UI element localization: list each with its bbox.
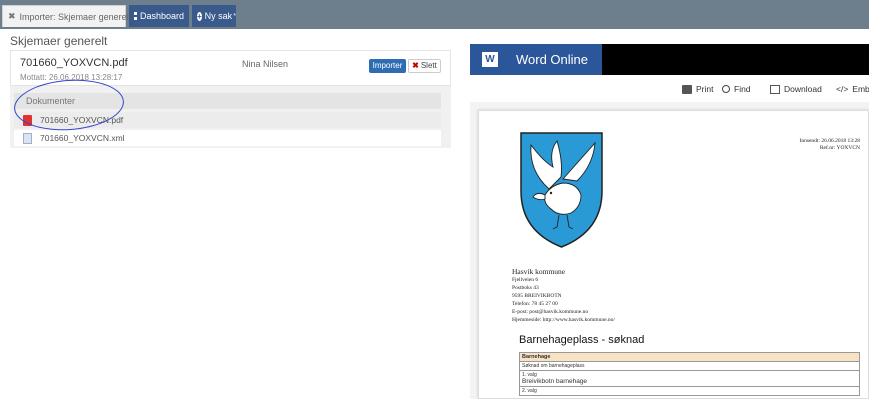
close-icon: ✖ <box>412 61 419 70</box>
embed-label: Embe <box>852 84 869 94</box>
word-toolbar: Print Find Download </> Embe <box>470 75 869 102</box>
delete-label: Slett <box>420 61 437 70</box>
tab-bar: ✖ Importer: Skjemaer generelt Dashboard … <box>0 0 869 29</box>
address-line: Fjellveien 6 <box>512 277 539 283</box>
address-line: 9595 BREIVIKBOTN <box>512 293 562 299</box>
address-line: Postboks 43 <box>512 285 539 291</box>
word-brand-bar: W Word Online <box>470 44 602 75</box>
document-viewer[interactable]: Innsendt: 26.06.2018 13:28 Ref.nr: YOXVC… <box>470 102 869 399</box>
file-name: 701660_YOXVCN.pdf <box>20 57 128 69</box>
plus-icon: + <box>197 11 202 21</box>
word-online-header: W Word Online <box>470 44 869 75</box>
form-table: Barnehage Søknad om barnehageplass 1. va… <box>519 352 860 396</box>
search-icon <box>722 85 730 93</box>
table-row: Søknad om barnehageplass <box>519 361 860 371</box>
email-line: E-post: post@hasvik.kommune.no <box>512 309 589 315</box>
owner-name: Nina Nilsen <box>242 59 289 69</box>
document-name: 701660_YOXVCN.xml <box>40 133 125 143</box>
organization-name: Hasvik kommune <box>512 267 566 276</box>
table-header: Barnehage <box>519 352 860 362</box>
document-page: Innsendt: 26.06.2018 13:28 Ref.nr: YOXVC… <box>478 110 869 399</box>
close-icon[interactable]: ✖ <box>8 11 16 22</box>
row-value: Breivikbotn barnehage <box>522 378 588 385</box>
tab-ny-sak[interactable]: + Ny sak * <box>192 5 236 27</box>
web-line: Hjemmeside: http://www.hasvik.kommune.no… <box>512 317 615 323</box>
embed-button[interactable]: </> Embe <box>836 84 869 94</box>
tab-label: Dashboard <box>139 11 184 21</box>
xml-file-icon <box>23 132 32 144</box>
organization-address: Hasvik kommune Fjellveien 6 Postboks 43 … <box>512 268 615 324</box>
download-icon <box>770 84 780 94</box>
tab-dashboard[interactable]: Dashboard <box>129 5 189 27</box>
asterisk-icon: * <box>233 12 236 20</box>
submission-meta: Innsendt: 26.06.2018 13:28 Ref.nr: YOXVC… <box>800 138 861 152</box>
find-label: Find <box>734 84 751 94</box>
submitted-date: Innsendt: 26.06.2018 13:28 <box>799 138 861 144</box>
word-logo-icon: W <box>482 52 498 67</box>
table-row: 2. valg <box>519 386 860 396</box>
page-title: Skjemaer generelt <box>10 34 108 48</box>
document-row[interactable]: 701660_YOXVCN.xml <box>14 130 441 146</box>
printer-icon <box>682 84 692 94</box>
print-button[interactable]: Print <box>682 84 713 94</box>
tab-label: Importer: Skjemaer generelt <box>19 11 132 22</box>
download-button[interactable]: Download <box>770 84 822 94</box>
delete-button[interactable]: ✖ Slett <box>408 59 441 73</box>
grid-icon <box>134 12 137 20</box>
tab-label: Ny sak <box>204 11 233 21</box>
tab-importer[interactable]: ✖ Importer: Skjemaer generelt <box>2 5 131 27</box>
reference-number: Ref.nr: YOXVCN <box>819 145 860 151</box>
code-icon: </> <box>836 84 849 94</box>
find-button[interactable]: Find <box>722 84 751 94</box>
phone-line: Telefon: 78 45 27 00 <box>512 301 558 307</box>
coat-of-arms-icon <box>520 132 603 248</box>
print-label: Print <box>696 84 714 94</box>
table-row: 1. valg Breivikbotn barnehage <box>519 370 860 387</box>
import-button[interactable]: Importer <box>369 59 406 73</box>
word-online-title: Word Online <box>516 52 589 67</box>
download-label: Download <box>784 84 822 94</box>
document-heading: Barnehageplass - søknad <box>519 334 645 346</box>
